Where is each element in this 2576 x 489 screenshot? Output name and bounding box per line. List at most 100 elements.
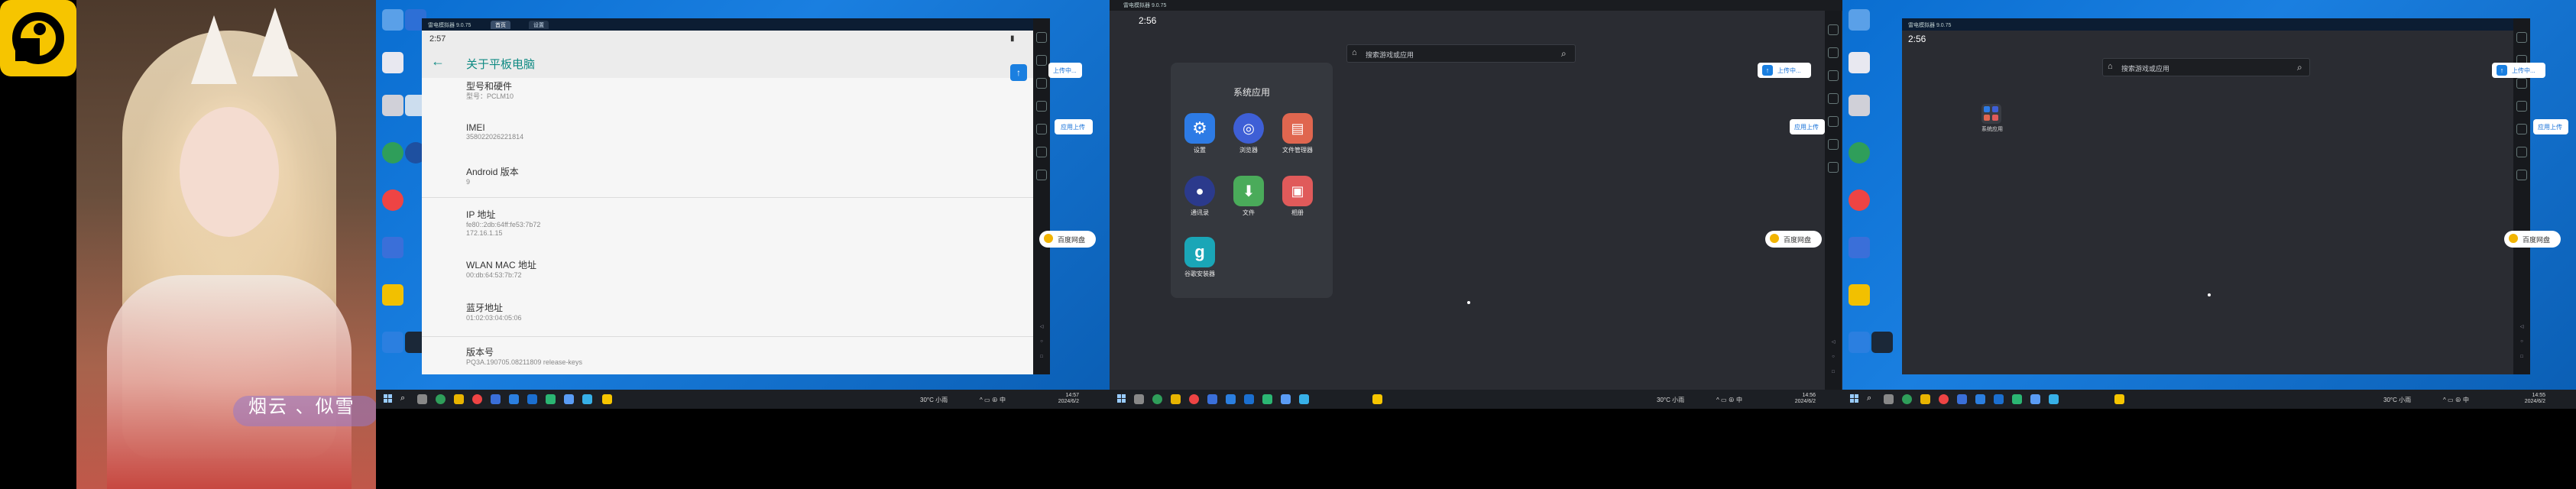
ldplayer-taskbar-icon[interactable] — [2114, 394, 2124, 404]
baidu-cloud-pill[interactable]: 百度网盘 — [1765, 231, 1822, 248]
apk-icon[interactable] — [1828, 47, 1839, 58]
app-file-manager[interactable]: ▤ 文件管理器 — [1282, 113, 1320, 154]
taskbar-clock[interactable]: 14:57 2024/6/2 — [1041, 393, 1079, 405]
taskbar-app-icon[interactable] — [1262, 394, 1272, 404]
app-search-box[interactable]: ⌂ 搜索游戏或应用 ⌕ — [2102, 58, 2310, 76]
taskbar-app-icon[interactable] — [2012, 394, 2022, 404]
baidu-cloud-pill[interactable]: 百度网盘 — [2504, 231, 2561, 248]
desktop-icon[interactable] — [1849, 52, 1870, 73]
folder-icon[interactable] — [1036, 124, 1047, 134]
taskbar-app-icon[interactable] — [491, 394, 501, 404]
desktop-icon[interactable] — [1849, 237, 1870, 258]
taskbar-app-icon[interactable] — [1281, 394, 1291, 404]
desktop-icon[interactable] — [1849, 9, 1870, 31]
more-icon[interactable] — [1828, 162, 1839, 173]
ldplayer-taskbar-icon[interactable] — [1372, 394, 1382, 404]
folder-icon[interactable] — [1828, 116, 1839, 127]
taskbar-app-icon[interactable] — [1975, 394, 1985, 404]
taskbar-app-icon[interactable] — [1226, 394, 1236, 404]
screenshot-icon[interactable] — [1036, 78, 1047, 89]
desktop-icon[interactable] — [382, 9, 403, 31]
desktop-icon[interactable] — [382, 95, 403, 116]
keyboard-icon[interactable] — [1036, 32, 1047, 43]
app-search-box[interactable]: ⌂ 搜索游戏或应用 ⌕ — [1346, 44, 1576, 63]
home-nav-icon[interactable]: ○ — [2513, 339, 2530, 344]
task-view-icon[interactable] — [1884, 394, 1894, 404]
emulator-tab-home[interactable]: 首页 — [491, 21, 510, 29]
system-tray-icons[interactable]: ^ ▭ ⊕ 中 — [980, 396, 1006, 404]
upload-float-button[interactable]: ↑ 上传中... — [2492, 63, 2545, 78]
folder-icon[interactable] — [2516, 124, 2527, 134]
desktop-icon[interactable] — [382, 237, 403, 258]
taskbar-app-icon[interactable] — [2030, 394, 2040, 404]
taskbar-app-icon[interactable] — [1207, 394, 1217, 404]
settings-item[interactable]: IMEI 358022026221814 — [466, 122, 1001, 165]
rotate-icon[interactable] — [2516, 147, 2527, 157]
screenshot-icon[interactable] — [2516, 78, 2527, 89]
chrome-icon[interactable] — [382, 189, 403, 211]
taskbar-app-icon[interactable] — [564, 394, 574, 404]
system-apps-folder-shortcut[interactable]: 系统应用 — [1981, 104, 2004, 133]
app-contacts[interactable]: ● 通讯录 — [1184, 176, 1223, 217]
search-icon[interactable]: ⌕ — [1867, 393, 1871, 403]
back-nav-icon[interactable]: ◁ — [2513, 324, 2530, 329]
windows-start-icon[interactable] — [1850, 394, 1859, 403]
taskbar-app-icon[interactable] — [527, 394, 537, 404]
screenshot-icon[interactable] — [1828, 70, 1839, 81]
volume-icon[interactable] — [1036, 101, 1047, 112]
desktop-icon[interactable] — [1849, 284, 1870, 306]
settings-item[interactable]: IP 地址 fe80::2db:64ff:fe53:7b72 172.16.1.… — [466, 208, 1001, 258]
taskbar-clock[interactable]: 14:56 2024/6/2 — [1777, 393, 1816, 405]
keyboard-icon[interactable] — [1828, 24, 1839, 35]
system-tray-icons[interactable]: ^ ▭ ⊕ 中 — [2443, 396, 2469, 404]
desktop-icon[interactable] — [1849, 332, 1870, 353]
taskbar-app-icon[interactable] — [582, 394, 592, 404]
taskbar-app-icon[interactable] — [546, 394, 556, 404]
weather-widget[interactable]: 30°C 小雨 — [2383, 396, 2411, 404]
app-settings[interactable]: ⚙ 设置 — [1184, 113, 1223, 154]
emulator-tab-settings[interactable]: 设置 — [529, 21, 549, 29]
taskbar-app-icon[interactable] — [1994, 394, 2004, 404]
apk-icon[interactable] — [1036, 55, 1047, 66]
upload-float-button[interactable]: ↑ 上传中... — [1758, 63, 1811, 78]
desktop-icon[interactable] — [382, 52, 403, 73]
taskbar-app-icon[interactable] — [2049, 394, 2059, 404]
weather-widget[interactable]: 30°C 小雨 — [1657, 396, 1684, 404]
home-nav-icon[interactable]: ○ — [1825, 355, 1842, 359]
edge-icon[interactable] — [1849, 142, 1870, 164]
windows-start-icon[interactable] — [1117, 394, 1126, 403]
chrome-taskbar-icon[interactable] — [1189, 394, 1199, 404]
app-upload-pill[interactable]: 应用上传 — [1790, 119, 1825, 134]
taskbar-clock[interactable]: 14:55 2024/6/2 — [2507, 393, 2545, 405]
upload-arrow-icon[interactable]: ↑ — [1010, 64, 1027, 81]
desktop-icon[interactable] — [382, 332, 403, 353]
settings-item[interactable]: 蓝牙地址 01:02:03:04:05:06 — [466, 301, 1001, 341]
settings-item[interactable]: 型号和硬件 型号：PCLM10 — [466, 79, 1001, 122]
taskbar-app-icon[interactable] — [509, 394, 519, 404]
desktop-icon[interactable] — [1849, 95, 1870, 116]
settings-item[interactable]: Android 版本 9 — [466, 165, 1001, 200]
baidu-cloud-pill[interactable]: 百度网盘 — [1039, 231, 1096, 248]
windows-start-icon[interactable] — [384, 394, 393, 403]
app-google-installer[interactable]: g 谷歌安装器 — [1184, 237, 1223, 278]
rotate-icon[interactable] — [1036, 147, 1047, 157]
explorer-taskbar-icon[interactable] — [454, 394, 464, 404]
rotate-icon[interactable] — [1828, 139, 1839, 150]
app-upload-pill[interactable]: 应用上传 — [1055, 119, 1093, 134]
task-view-icon[interactable] — [417, 394, 427, 404]
search-icon[interactable]: ⌕ — [400, 393, 405, 403]
app-gallery[interactable]: ▣ 相册 — [1282, 176, 1320, 217]
settings-item[interactable]: 版本号 PQ3A.190705.08211809 release-keys — [466, 345, 1001, 367]
volume-icon[interactable] — [1828, 93, 1839, 104]
chrome-taskbar-icon[interactable] — [472, 394, 482, 404]
settings-item[interactable]: WLAN MAC 地址 00:db:64:53:7b:72 — [466, 258, 1001, 301]
system-tray-icons[interactable]: ^ ▭ ⊕ 中 — [1716, 396, 1742, 404]
recent-nav-icon[interactable]: □ — [2513, 355, 2530, 359]
chrome-icon[interactable] — [1849, 189, 1870, 211]
explorer-taskbar-icon[interactable] — [1920, 394, 1930, 404]
keyboard-icon[interactable] — [2516, 32, 2527, 43]
edge-taskbar-icon[interactable] — [1902, 394, 1912, 404]
home-nav-icon[interactable]: ○ — [1033, 339, 1050, 344]
volume-icon[interactable] — [2516, 101, 2527, 112]
search-icon[interactable]: ⌕ — [2297, 62, 2302, 73]
